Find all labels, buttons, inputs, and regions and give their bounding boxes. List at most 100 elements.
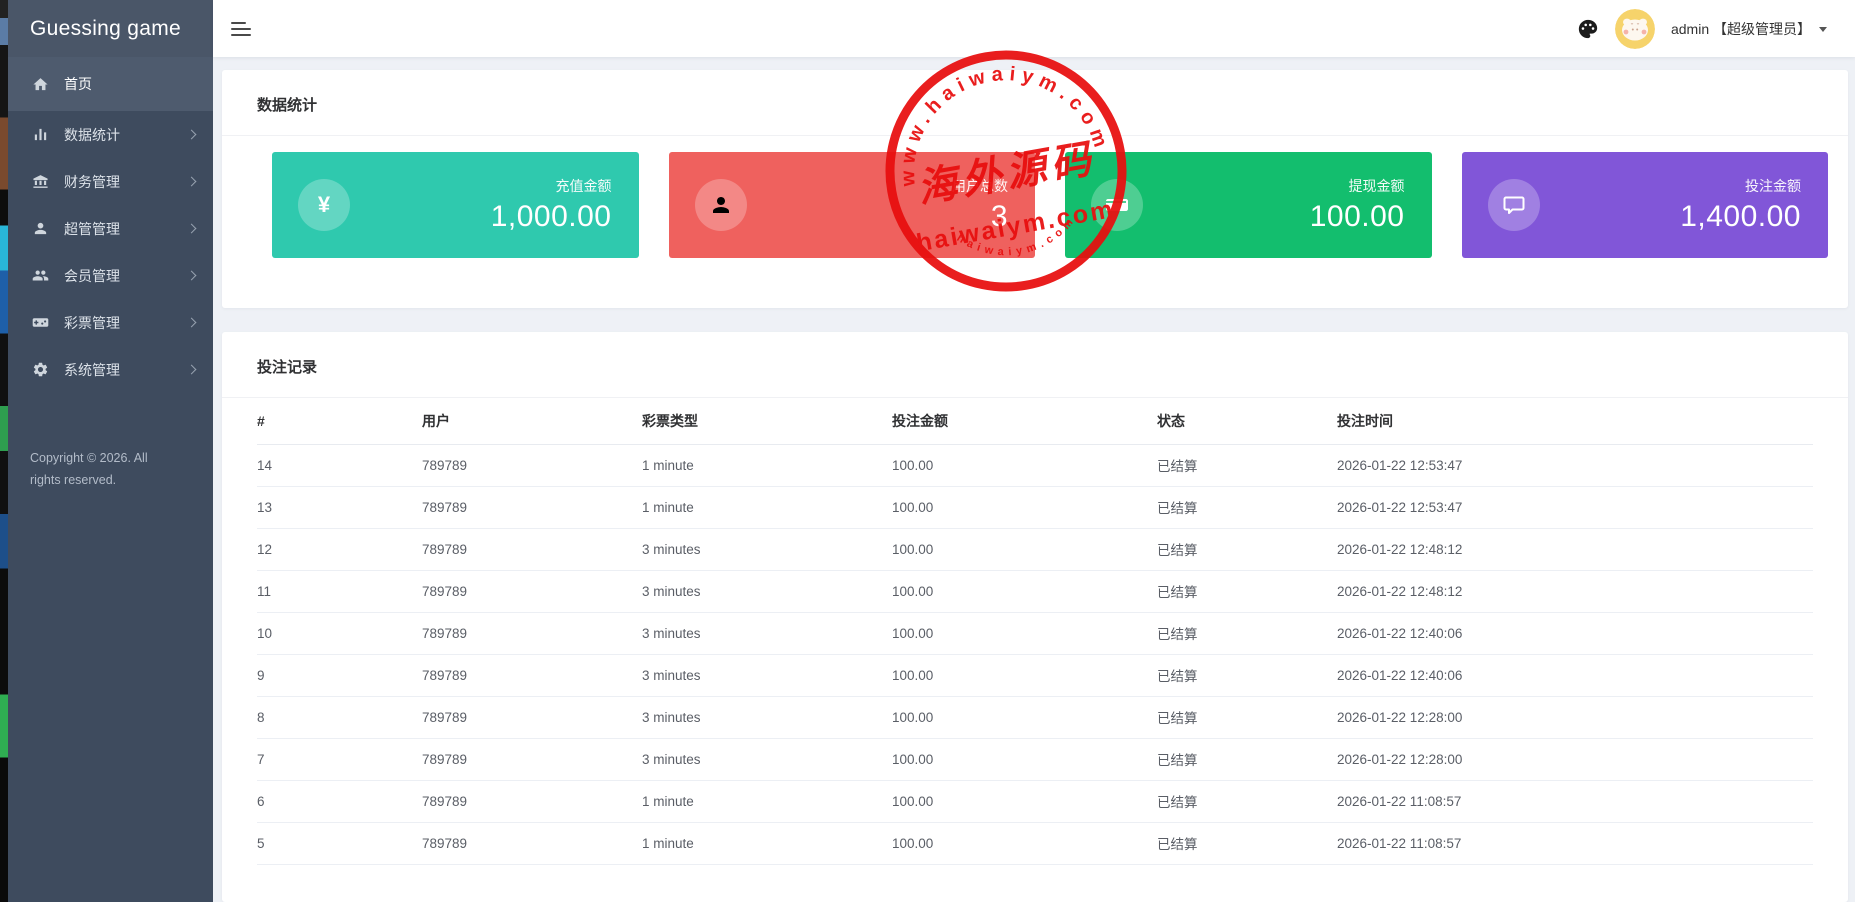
table-cell: 已结算 — [1157, 822, 1337, 865]
table-cell: 100.00 — [892, 486, 1157, 529]
table-cell: 789789 — [422, 528, 642, 571]
table-row: 7 789789 3 minutes 100.00 已结算 2026-01-22 12:2… — [257, 738, 1813, 781]
table-cell: 789789 — [422, 570, 642, 613]
stat-value: 100.00 — [1309, 200, 1405, 233]
sidebar-item-首页[interactable]: 首页 — [8, 57, 213, 111]
stat-value: 1,000.00 — [490, 200, 612, 233]
table-cell: 2026-01-22 12:40:06 — [1337, 654, 1813, 697]
stat-card-用户总数: 用户总数 3 — [668, 152, 1035, 258]
table-cell: 14 — [257, 444, 422, 487]
sidebar-item-财务管理[interactable]: 财务管理 — [8, 158, 213, 205]
table-cell: 13 — [257, 486, 422, 529]
page-content: 数据统计 ¥ 充值金额 1,000.00 用户总数 3 提现金额 100.00 投注金额 1,4… — [213, 57, 1855, 902]
chevron-right-icon — [186, 129, 197, 140]
table-cell: 100.00 — [892, 570, 1157, 613]
bet-records-table: # 用户 彩票类型 投注金额 状态 投注时间 14 789789 1 minute 100.00… — [257, 398, 1813, 865]
chevron-right-icon — [186, 364, 197, 375]
table-cell: 2026-01-22 12:53:47 — [1337, 486, 1813, 529]
stat-value: 1,400.00 — [1680, 200, 1801, 233]
table-cell: 3 minutes — [642, 570, 892, 613]
sidebar-item-超管管理[interactable]: 超管管理 — [8, 205, 213, 252]
background-window-strip — [0, 0, 8, 902]
stat-card-提现金额: 提现金额 100.00 — [1065, 152, 1432, 258]
wallet-icon — [1091, 179, 1143, 231]
table-cell: 2026-01-22 12:28:00 — [1337, 738, 1813, 781]
table-cell: 2026-01-22 12:40:06 — [1337, 612, 1813, 655]
table-row: 6 789789 1 minute 100.00 已结算 2026-01-22 11:08… — [257, 780, 1813, 823]
chevron-right-icon — [186, 223, 197, 234]
column-header: 投注时间 — [1337, 398, 1813, 445]
column-header: 投注金额 — [892, 398, 1157, 445]
sidebar-item-label: 超管管理 — [64, 220, 120, 237]
table-cell: 2026-01-22 12:53:47 — [1337, 444, 1813, 487]
stat-value: 3 — [990, 200, 1008, 233]
sidebar-item-label: 彩票管理 — [64, 314, 120, 331]
table-cell: 10 — [257, 612, 422, 655]
records-section-title: 投注记录 — [222, 332, 1848, 398]
table-cell: 7 — [257, 738, 422, 781]
table-cell: 3 minutes — [642, 696, 892, 739]
table-row: 10 789789 3 minutes 100.00 已结算 2026-01-22 12:… — [257, 612, 1813, 655]
table-cell: 9 — [257, 654, 422, 697]
app-logo[interactable]: Guessing game — [8, 0, 213, 57]
stat-card-充值金额: ¥ 充值金额 1,000.00 — [272, 152, 639, 258]
chevron-right-icon — [186, 270, 197, 281]
main-area: admin 【超级管理员】 数据统计 ¥ 充值金额 1,000.00 用户总数 3 提现金… — [213, 0, 1855, 902]
table-cell: 已结算 — [1157, 780, 1337, 823]
table-row: 14 789789 1 minute 100.00 已结算 2026-01-22 12:5… — [257, 444, 1813, 487]
sidebar-item-label: 数据统计 — [64, 126, 120, 143]
column-header: 彩票类型 — [642, 398, 892, 445]
table-cell: 100.00 — [892, 696, 1157, 739]
stat-cards: ¥ 充值金额 1,000.00 用户总数 3 提现金额 100.00 投注金额 1,400.00 — [222, 136, 1848, 306]
table-cell: 100.00 — [892, 444, 1157, 487]
sidebar-item-会员管理[interactable]: 会员管理 — [8, 252, 213, 299]
sidebar-item-系统管理[interactable]: 系统管理 — [8, 346, 213, 393]
sidebar-item-label: 会员管理 — [64, 267, 120, 284]
stat-card-投注金额: 投注金额 1,400.00 — [1461, 152, 1828, 258]
column-header: 状态 — [1157, 398, 1337, 445]
avatar[interactable] — [1614, 8, 1655, 49]
table-cell: 789789 — [422, 444, 642, 487]
sidebar: Guessing game 首页数据统计财务管理超管管理会员管理彩票管理系统管理… — [8, 0, 213, 902]
table-cell: 789789 — [422, 696, 642, 739]
theme-palette-icon[interactable] — [1577, 18, 1599, 40]
gamepad-icon — [32, 314, 49, 331]
table-cell: 1 minute — [642, 780, 892, 823]
stat-label: 用户总数 — [952, 178, 1008, 194]
table-cell: 789789 — [422, 612, 642, 655]
table-cell: 100.00 — [892, 654, 1157, 697]
users-icon — [32, 267, 49, 284]
table-cell: 3 minutes — [642, 612, 892, 655]
table-cell: 100.00 — [892, 822, 1157, 865]
table-cell: 789789 — [422, 654, 642, 697]
table-cell: 已结算 — [1157, 612, 1337, 655]
table-row: 11 789789 3 minutes 100.00 已结算 2026-01-22 12:… — [257, 570, 1813, 613]
user-menu[interactable]: admin 【超级管理员】 — [1671, 19, 1827, 39]
table-cell: 已结算 — [1157, 570, 1337, 613]
table-cell: 2026-01-22 12:48:12 — [1337, 528, 1813, 571]
table-cell: 2026-01-22 11:08:57 — [1337, 822, 1813, 865]
column-header: 用户 — [422, 398, 642, 445]
table-cell: 789789 — [422, 822, 642, 865]
table-cell: 789789 — [422, 780, 642, 823]
home-icon — [32, 76, 49, 93]
table-cell: 已结算 — [1157, 738, 1337, 781]
copyright-text: Copyright © 2026. All rights reserved. — [30, 451, 148, 487]
table-cell: 已结算 — [1157, 444, 1337, 487]
sidebar-item-彩票管理[interactable]: 彩票管理 — [8, 299, 213, 346]
chevron-right-icon — [186, 317, 197, 328]
top-header: admin 【超级管理员】 — [213, 0, 1855, 57]
gear-icon — [32, 361, 49, 378]
table-cell: 3 minutes — [642, 738, 892, 781]
sidebar-item-数据统计[interactable]: 数据统计 — [8, 111, 213, 158]
table-cell: 100.00 — [892, 780, 1157, 823]
table-row: 12 789789 3 minutes 100.00 已结算 2026-01-22 12:… — [257, 528, 1813, 571]
table-cell: 2026-01-22 11:08:57 — [1337, 780, 1813, 823]
sidebar-toggle-button[interactable] — [231, 18, 253, 40]
chevron-right-icon — [186, 176, 197, 187]
stat-label: 充值金额 — [555, 178, 612, 194]
table-cell: 3 minutes — [642, 528, 892, 571]
user-icon — [32, 220, 49, 237]
yen-icon: ¥ — [298, 179, 350, 231]
table-cell: 5 — [257, 822, 422, 865]
